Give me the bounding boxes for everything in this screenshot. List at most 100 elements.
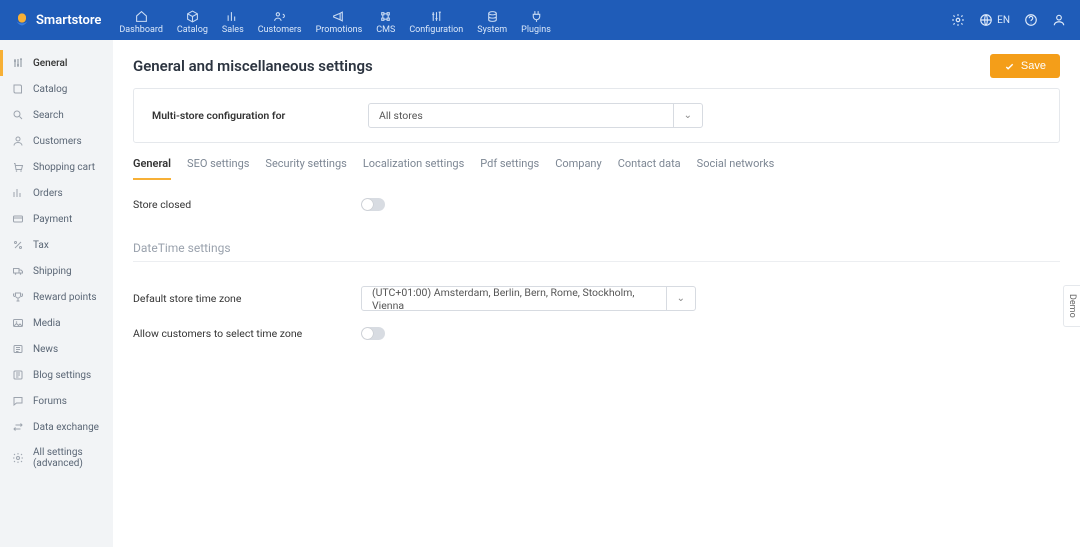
user-icon[interactable] xyxy=(1052,13,1066,27)
sidebar-item-label: General xyxy=(33,58,67,69)
top-nav: Dashboard Catalog Sales Customers Promot… xyxy=(119,0,550,40)
topnav-label: Dashboard xyxy=(119,25,163,35)
sidebar-item-reward-points[interactable]: Reward points xyxy=(0,284,113,310)
divider xyxy=(133,261,1060,262)
tab-company[interactable]: Company xyxy=(555,157,602,180)
sidebar-item-payment[interactable]: Payment xyxy=(0,206,113,232)
tab-social[interactable]: Social networks xyxy=(697,157,775,180)
topnav-label: System xyxy=(477,25,507,35)
topnav-dashboard[interactable]: Dashboard xyxy=(119,6,163,40)
database-icon xyxy=(486,10,499,23)
user-icon xyxy=(12,135,24,147)
sidebar-item-search[interactable]: Search xyxy=(0,102,113,128)
plug-icon xyxy=(530,10,543,23)
sidebar-item-shopping-cart[interactable]: Shopping cart xyxy=(0,154,113,180)
chart-icon xyxy=(226,10,239,23)
sidebar-item-data-exchange[interactable]: Data exchange xyxy=(0,414,113,440)
sidebar-item-label: Reward points xyxy=(33,292,97,303)
topnav-label: Configuration xyxy=(409,25,463,35)
allow-tz-toggle[interactable] xyxy=(361,327,385,340)
language-code: EN xyxy=(997,15,1010,26)
sidebar-item-orders[interactable]: Orders xyxy=(0,180,113,206)
search-icon xyxy=(12,109,24,121)
chat-icon xyxy=(12,395,24,407)
multistore-card: Multi-store configuration for All stores… xyxy=(133,88,1060,143)
topnav-label: Catalog xyxy=(177,25,208,35)
topnav-catalog[interactable]: Catalog xyxy=(177,6,208,40)
tab-seo[interactable]: SEO settings xyxy=(187,157,249,180)
tab-security[interactable]: Security settings xyxy=(265,157,346,180)
book-icon xyxy=(12,83,24,95)
sliders-icon xyxy=(430,10,443,23)
save-button[interactable]: Save xyxy=(990,54,1060,78)
top-right: EN xyxy=(951,13,1066,27)
sidebar-item-label: All settings (advanced) xyxy=(33,447,103,469)
topnav-customers[interactable]: Customers xyxy=(258,6,302,40)
sidebar: General Catalog Search Customers Shoppin… xyxy=(0,40,113,547)
sidebar-item-all-settings[interactable]: All settings (advanced) xyxy=(0,440,113,476)
sidebar-item-general[interactable]: General xyxy=(0,50,113,76)
datetime-section-title: DateTime settings xyxy=(113,229,1080,261)
language-selector[interactable]: EN xyxy=(979,13,1010,27)
page-title: General and miscellaneous settings xyxy=(133,57,373,75)
sidebar-item-label: Customers xyxy=(33,136,82,147)
sidebar-item-shipping[interactable]: Shipping xyxy=(0,258,113,284)
sidebar-item-label: Payment xyxy=(33,214,72,225)
card-icon xyxy=(12,213,24,225)
sidebar-item-label: Media xyxy=(33,318,61,329)
sidebar-item-label: Tax xyxy=(33,240,49,251)
form-section-general: Store closed xyxy=(113,180,1080,229)
cube-icon xyxy=(186,10,199,23)
tab-general[interactable]: General xyxy=(133,157,171,180)
topnav-configuration[interactable]: Configuration xyxy=(409,6,463,40)
topnav-system[interactable]: System xyxy=(477,6,507,40)
sidebar-item-tax[interactable]: Tax xyxy=(0,232,113,258)
sidebar-item-label: Data exchange xyxy=(33,422,99,433)
tab-localization[interactable]: Localization settings xyxy=(363,157,464,180)
topnav-promotions[interactable]: Promotions xyxy=(316,6,363,40)
sidebar-item-news[interactable]: News xyxy=(0,336,113,362)
sidebar-item-media[interactable]: Media xyxy=(0,310,113,336)
globe-icon xyxy=(979,13,993,27)
trophy-icon xyxy=(12,291,24,303)
topnav-label: Promotions xyxy=(316,25,363,35)
sidebar-item-customers[interactable]: Customers xyxy=(0,128,113,154)
multistore-select[interactable]: All stores ⌄ xyxy=(368,103,703,128)
news-icon xyxy=(12,343,24,355)
brand-logo[interactable]: Smartstore xyxy=(14,12,119,28)
sidebar-item-label: Shopping cart xyxy=(33,162,95,173)
topnav-plugins[interactable]: Plugins xyxy=(521,6,551,40)
multistore-label: Multi-store configuration for xyxy=(152,109,368,122)
chevron-down-icon: ⌄ xyxy=(677,293,685,304)
topnav-label: Customers xyxy=(258,25,302,35)
timezone-select[interactable]: (UTC+01:00) Amsterdam, Berlin, Bern, Rom… xyxy=(361,286,696,311)
sidebar-item-label: Forums xyxy=(33,396,67,407)
demo-tab[interactable]: Demo xyxy=(1063,285,1080,327)
sidebar-item-catalog[interactable]: Catalog xyxy=(0,76,113,102)
check-icon xyxy=(1004,61,1015,72)
timezone-label: Default store time zone xyxy=(133,292,361,305)
home-icon xyxy=(135,10,148,23)
topnav-cms[interactable]: CMS xyxy=(376,6,395,40)
tab-contact[interactable]: Contact data xyxy=(618,157,681,180)
sidebar-item-forums[interactable]: Forums xyxy=(0,388,113,414)
topnav-label: Sales xyxy=(222,25,244,35)
sidebar-item-label: Blog settings xyxy=(33,370,91,381)
help-icon[interactable] xyxy=(1024,13,1038,27)
gear-icon[interactable] xyxy=(951,13,965,27)
store-closed-toggle[interactable] xyxy=(361,198,385,211)
chevron-down-icon: ⌄ xyxy=(684,110,692,121)
topnav-sales[interactable]: Sales xyxy=(222,6,244,40)
sidebar-item-blog[interactable]: Blog settings xyxy=(0,362,113,388)
row-allow-tz: Allow customers to select time zone xyxy=(133,319,1060,348)
users-icon xyxy=(273,10,286,23)
form-section-datetime: Default store time zone (UTC+01:00) Amst… xyxy=(113,268,1080,358)
allow-tz-label: Allow customers to select time zone xyxy=(133,327,361,340)
logo-icon xyxy=(14,12,30,28)
top-bar: Smartstore Dashboard Catalog Sales Custo… xyxy=(0,0,1080,40)
percent-icon xyxy=(12,239,24,251)
tab-pdf[interactable]: Pdf settings xyxy=(480,157,539,180)
multistore-value: All stores xyxy=(379,109,423,122)
image-icon xyxy=(12,317,24,329)
sidebar-item-label: Catalog xyxy=(33,84,67,95)
